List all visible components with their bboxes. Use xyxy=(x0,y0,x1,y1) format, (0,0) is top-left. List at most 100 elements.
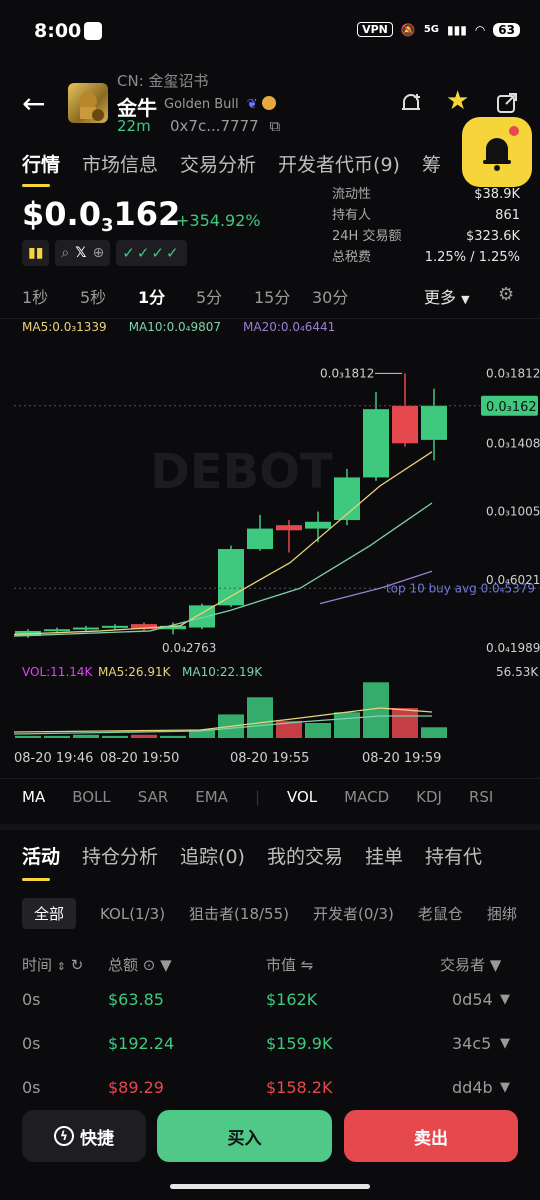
filter-insiders[interactable]: 老鼠仓 xyxy=(418,903,463,924)
section-divider xyxy=(0,824,540,830)
y-tick-label: 0.0₃1005 xyxy=(486,505,540,519)
mute-icon: 🔕 xyxy=(400,22,416,37)
ma10-label: MA10:0.0₄9807 xyxy=(128,320,221,334)
interval-5m[interactable]: 5分 xyxy=(196,284,254,308)
search-icon[interactable]: ⌕ xyxy=(61,245,69,261)
filter-funnel-icon[interactable]: ▼ xyxy=(490,956,502,974)
home-indicator xyxy=(170,1184,370,1189)
filter-funnel-icon[interactable]: ▼ xyxy=(500,1036,510,1051)
volume-bar xyxy=(305,723,331,738)
indicator-tabs: MA BOLL SAR EMA | VOL MACD KDJ RSI xyxy=(22,788,520,806)
tab-trade-analysis[interactable]: 交易分析 xyxy=(180,150,256,177)
interval-1s[interactable]: 1秒 xyxy=(22,284,80,308)
currency-toggle-icon[interactable]: ⊙ xyxy=(143,956,156,974)
ma-legend: MA5:0.0₃1339 MA10:0.0₄9807 MA20:0.0₄6441 xyxy=(22,320,335,334)
filter-kol[interactable]: KOL(1/3) xyxy=(100,905,165,923)
favorite-star-icon[interactable]: ★ xyxy=(446,86,469,116)
low-price-label: 0.0₄2763 xyxy=(162,641,216,655)
candle-body xyxy=(363,409,389,478)
back-arrow-icon[interactable]: ← xyxy=(22,90,45,118)
filter-funnel-icon[interactable]: ▼ xyxy=(500,1080,510,1095)
sell-label: 卖出 xyxy=(414,1128,448,1149)
tab-my-trades[interactable]: 我的交易 xyxy=(267,842,343,869)
refresh-time-icon[interactable]: ↻ xyxy=(71,956,84,974)
quick-trade-button[interactable]: ϟ 快捷 xyxy=(22,1110,146,1162)
interval-1m[interactable]: 1分 xyxy=(138,284,196,308)
trade-total: $192.24 xyxy=(108,1034,175,1053)
price-alert-bell-button[interactable] xyxy=(462,117,532,187)
col-time[interactable]: 时间 ⇕ ↻ xyxy=(22,954,83,975)
trade-trader[interactable]: 34c5 xyxy=(452,1034,491,1053)
ind-rsi[interactable]: RSI xyxy=(469,788,493,806)
interval-5s[interactable]: 5秒 xyxy=(80,284,138,308)
candle-body xyxy=(44,629,70,632)
col-total[interactable]: 总额 ⊙ ▼ xyxy=(108,954,172,975)
tab-market-info[interactable]: 市场信息 xyxy=(82,150,158,177)
filter-snipers[interactable]: 狙击者(18/55) xyxy=(189,903,289,924)
copy-icon[interactable]: ⧉ xyxy=(269,117,280,135)
filter-bundles[interactable]: 捆绑 xyxy=(487,903,517,924)
app-notification-icon xyxy=(84,22,102,40)
butterfly-icon: ❦ xyxy=(246,97,258,112)
ind-ema[interactable]: EMA xyxy=(195,788,228,806)
tab-market[interactable]: 行情 xyxy=(22,150,60,187)
volume-bar xyxy=(102,735,128,738)
trade-time: 0s xyxy=(22,1034,41,1053)
trade-row[interactable]: 0s $192.24 $159.9K 34c5 ▼ xyxy=(0,1034,540,1078)
buy-label: 买入 xyxy=(227,1128,262,1149)
tab-holding-analysis[interactable]: 持仓分析 xyxy=(82,842,158,869)
tab-chips[interactable]: 筹 xyxy=(422,150,441,177)
ind-separator: | xyxy=(254,788,260,806)
ind-ma[interactable]: MA xyxy=(22,788,45,806)
ind-vol[interactable]: VOL xyxy=(287,788,317,806)
tab-tracking[interactable]: 追踪(0) xyxy=(180,842,245,869)
bull-logo-icon xyxy=(79,92,104,121)
divider xyxy=(0,778,540,779)
y-tick-label: 0.0₃1408 xyxy=(486,436,540,450)
col-trader[interactable]: 交易者 ▼ xyxy=(440,954,501,975)
candle-body xyxy=(392,405,418,444)
ma5-label: MA5:0.0₃1339 xyxy=(22,320,107,334)
globe-icon[interactable]: ⊕ xyxy=(93,245,105,261)
tab-holders[interactable]: 持有代 xyxy=(425,842,482,869)
interval-30m[interactable]: 30分 xyxy=(312,284,370,308)
info-book-chip[interactable]: ▮▮ xyxy=(22,240,50,266)
buy-avg-label: top 10 buy avg 0.0₄5379 xyxy=(386,581,535,595)
tab-orders[interactable]: 挂单 xyxy=(365,842,403,869)
tab-activity[interactable]: 活动 xyxy=(22,842,60,881)
more-intervals-dropdown[interactable]: 更多 ▼ xyxy=(424,284,470,308)
token-address[interactable]: 0x7c...7777 ⧉ xyxy=(170,117,280,135)
current-price-label: 0.0₃162 xyxy=(486,400,537,415)
buy-button[interactable]: 买入 xyxy=(157,1110,332,1162)
chart-settings-icon[interactable]: ⚙ xyxy=(498,284,514,305)
filter-funnel-icon[interactable]: ▼ xyxy=(500,992,510,1007)
filter-developers[interactable]: 开发者(0/3) xyxy=(313,903,394,924)
check-icons: ✓✓✓✓ xyxy=(122,244,181,262)
trade-trader[interactable]: 0d54 xyxy=(452,990,493,1009)
ind-sar[interactable]: SAR xyxy=(138,788,168,806)
ind-boll[interactable]: BOLL xyxy=(72,788,111,806)
ind-macd[interactable]: MACD xyxy=(344,788,389,806)
filter-all[interactable]: 全部 xyxy=(22,898,77,929)
x-twitter-icon[interactable]: 𝕏 xyxy=(75,245,86,261)
add-alert-icon[interactable] xyxy=(398,90,424,122)
ind-kdj[interactable]: KDJ xyxy=(416,788,442,806)
bell-icon xyxy=(483,126,519,171)
interval-15m[interactable]: 15分 xyxy=(254,284,312,308)
tab-dev-tokens[interactable]: 开发者代币(9) xyxy=(278,150,400,177)
volume-bar xyxy=(334,712,360,738)
activity-tabs: 活动 持仓分析 追踪(0) 我的交易 挂单 持有代 xyxy=(22,842,482,881)
security-checks[interactable]: ✓✓✓✓ xyxy=(116,240,187,266)
book-icon: ▮▮ xyxy=(28,245,44,261)
filter-funnel-icon[interactable]: ▼ xyxy=(160,956,172,974)
token-sub-name: Golden Bull ❦ xyxy=(164,96,276,112)
status-icons: VPN 🔕 5G ▮▮▮ ◠ 63 xyxy=(357,22,520,37)
swap-icon[interactable]: ⇋ xyxy=(301,956,314,974)
sell-button[interactable]: 卖出 xyxy=(344,1110,518,1162)
token-cn-label: CN: 金玺诏书 xyxy=(117,72,209,90)
token-avatar xyxy=(68,83,108,123)
trade-row[interactable]: 0s $63.85 $162K 0d54 ▼ xyxy=(0,990,540,1034)
col-mcap[interactable]: 市值 ⇋ xyxy=(266,954,313,975)
trade-trader[interactable]: dd4b xyxy=(452,1078,493,1097)
price-chart[interactable]: DEBOT 0.0₃18120.0₃14080.0₃10050.0₄60210.… xyxy=(0,338,540,778)
